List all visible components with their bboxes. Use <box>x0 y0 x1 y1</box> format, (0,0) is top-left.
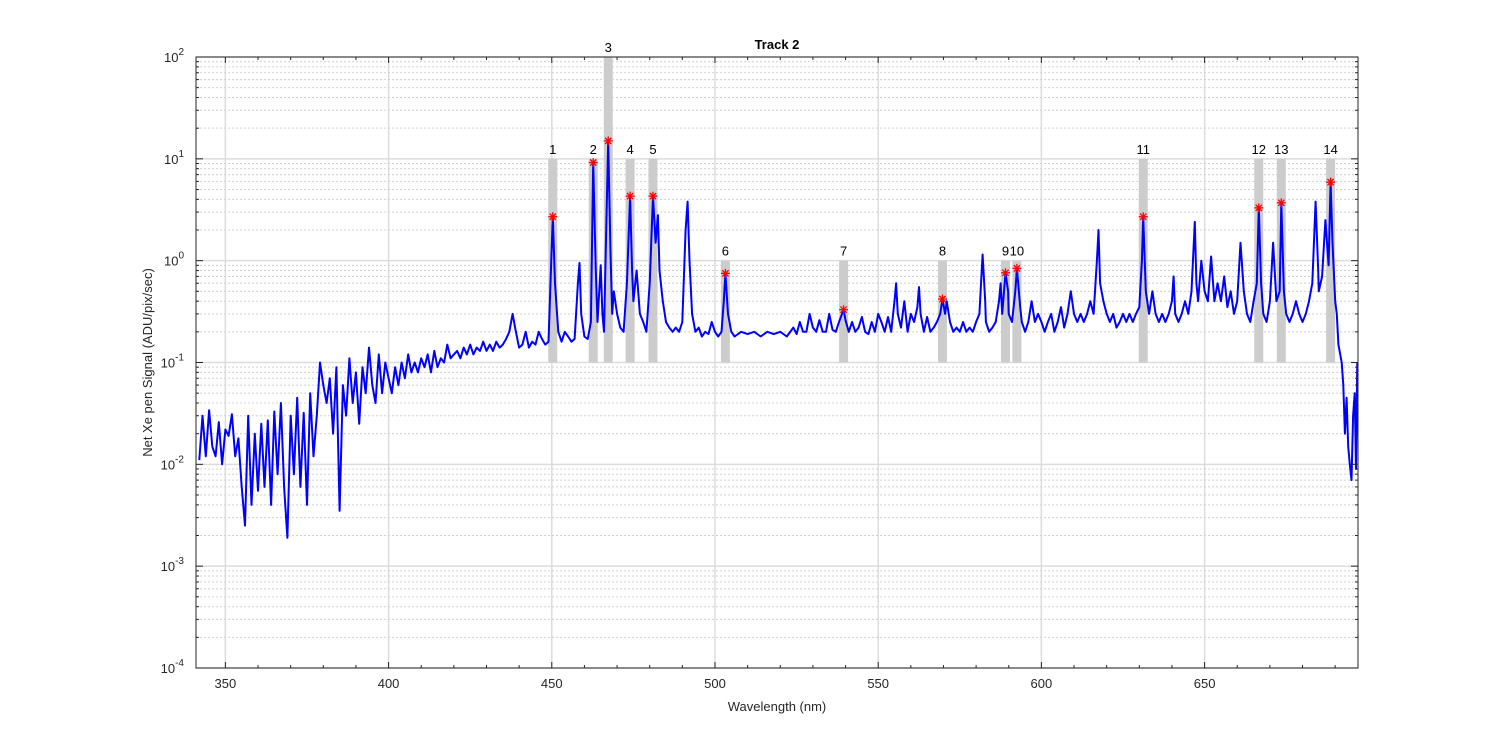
peak-marker <box>1326 177 1336 187</box>
peak-number-label: 7 <box>840 244 847 259</box>
peak-band <box>1138 158 1148 363</box>
peak-number-label: 8 <box>939 244 946 259</box>
peak-number-label: 10 <box>1010 244 1024 259</box>
x-tick-label: 400 <box>378 676 400 691</box>
peak-number-label: 12 <box>1252 142 1266 157</box>
peak-number-label: 11 <box>1136 142 1150 157</box>
peak-number-label: 14 <box>1323 142 1337 157</box>
peak-marker <box>1138 212 1148 222</box>
peak-band <box>1276 158 1286 363</box>
peak-number-label: 6 <box>722 244 729 259</box>
x-tick-label: 500 <box>704 676 726 691</box>
x-axis-label: Wavelength (nm) <box>728 699 827 714</box>
peak-marker <box>1276 198 1286 208</box>
x-tick-label: 450 <box>541 676 563 691</box>
x-tick-label: 600 <box>1031 676 1053 691</box>
peak-number-label: 2 <box>590 142 597 157</box>
peak-number-label: 9 <box>1002 244 1009 259</box>
x-tick-label: 550 <box>867 676 889 691</box>
x-tick-label: 350 <box>215 676 237 691</box>
peak-number-label: 4 <box>627 142 634 157</box>
peak-number-label: 5 <box>649 142 656 157</box>
peak-marker <box>625 191 635 201</box>
peak-number-label: 1 <box>549 142 556 157</box>
peak-band <box>1254 158 1264 363</box>
x-tick-label: 650 <box>1194 676 1216 691</box>
chart-title: Track 2 <box>755 37 800 52</box>
peak-number-label: 13 <box>1274 142 1288 157</box>
spectrum-chart: 1 234 56 7 8 9 1011 12 13 14 350 400 450 500 550 600 65… <box>0 0 1500 750</box>
peak-number-label: 3 <box>605 40 612 55</box>
y-axis-label: Net Xe pen Signal (ADU/pix/sec) <box>140 268 155 457</box>
